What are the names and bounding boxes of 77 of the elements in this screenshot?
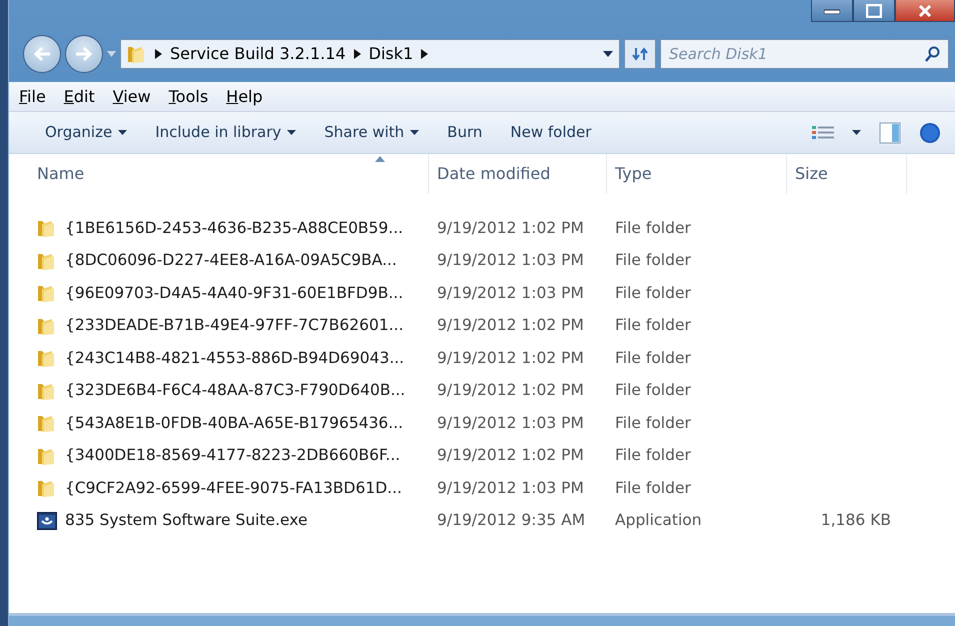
date-modified: 9/19/2012 1:02 PM — [436, 348, 585, 369]
chevron-icon[interactable] — [354, 49, 361, 59]
file-type: Application — [614, 510, 703, 532]
dropdown-icon[interactable] — [603, 51, 613, 57]
maximize-icon — [866, 4, 882, 18]
view-icon[interactable] — [812, 124, 834, 140]
file-type: File folder — [614, 412, 692, 434]
breadcrumb[interactable]: Service Build 3.2.1.14 — [170, 42, 346, 66]
search-icon[interactable] — [925, 46, 941, 62]
date-modified: 9/19/2012 9:35 AM — [436, 510, 586, 532]
menu-item[interactable]: Edit — [64, 84, 95, 108]
breadcrumb[interactable]: Disk1 — [368, 42, 414, 66]
menu-item[interactable]: View — [112, 84, 151, 108]
minimize-icon — [824, 8, 840, 14]
file-name[interactable]: {1BE6156D-2453-4636-B235-A88CE0B59... — [65, 216, 404, 240]
file-name[interactable]: {8DC06096-D227-4EE8-A16A-09A5C9BA... — [65, 249, 397, 272]
application-icon — [37, 510, 57, 531]
close-button[interactable] — [895, 0, 955, 22]
file-type: File folder — [614, 380, 692, 402]
file-type: File folder — [614, 348, 692, 369]
file-name[interactable]: {3400DE18-8569-4177-8223-2DB660B6F... — [65, 444, 400, 468]
folder-icon — [37, 413, 57, 434]
file-name[interactable]: {C9CF2A92-6599-4FEE-9075-FA13BD61D... — [65, 476, 402, 500]
date-modified: 9/19/2012 1:02 PM — [436, 445, 585, 466]
refresh-button[interactable] — [624, 39, 656, 69]
file-name[interactable]: {96E09703-D4A5-4A40-9F31-60E1BFD9B... — [65, 282, 404, 305]
maximize-button[interactable] — [853, 0, 895, 22]
chevron-icon[interactable] — [155, 49, 162, 59]
folder-icon — [37, 478, 57, 498]
file-type: File folder — [614, 218, 692, 239]
file-type: File folder — [614, 445, 692, 466]
file-size: 1,186 KB — [820, 510, 892, 532]
date-modified: 9/19/2012 1:03 PM — [436, 282, 585, 304]
menu-item[interactable]: Tools — [168, 84, 208, 108]
file-name[interactable]: {543A8E1B-0FDB-40BA-A65E-B17965436... — [65, 412, 404, 435]
file-name[interactable]: {233DEADE-B71B-49E4-97FF-7C7B62601... — [65, 314, 404, 338]
date-modified: 9/19/2012 1:03 PM — [436, 478, 585, 499]
back-arrow-icon — [33, 46, 51, 62]
minimize-button[interactable] — [811, 0, 853, 22]
search-field[interactable]: Search Disk1 — [660, 39, 949, 69]
date-modified: 9/19/2012 1:03 PM — [436, 412, 585, 434]
folder-icon — [127, 44, 147, 64]
column-header[interactable]: Size — [787, 154, 907, 194]
menu-item[interactable]: Help — [226, 84, 263, 108]
file-type: File folder — [614, 250, 692, 272]
refresh-icon — [631, 47, 649, 61]
chevron-icon[interactable] — [421, 49, 428, 59]
toolbar-button[interactable]: Burn — [437, 117, 492, 148]
file-name[interactable]: {243C14B8-4821-4553-886D-B94D69043... — [65, 346, 404, 370]
date-modified: 9/19/2012 1:03 PM — [436, 250, 585, 272]
file-type: File folder — [614, 478, 692, 499]
help-icon[interactable] — [919, 122, 941, 144]
address-bar[interactable]: Service Build 3.2.1.14 Disk1 — [120, 39, 620, 69]
date-modified: 9/19/2012 1:02 PM — [436, 315, 585, 336]
preview-pane-icon[interactable] — [879, 122, 901, 144]
toolbar-button[interactable]: Include in library — [145, 117, 306, 148]
close-icon — [918, 4, 932, 18]
date-modified: 9/19/2012 1:02 PM — [436, 218, 585, 239]
file-name[interactable]: 835 System Software Suite.exe — [65, 509, 308, 532]
toolbar-button[interactable]: Share with — [314, 117, 430, 148]
sort-arrow-icon — [375, 156, 385, 162]
date-modified: 9/19/2012 1:02 PM — [436, 380, 585, 402]
file-type: File folder — [614, 315, 692, 336]
toolbar-button[interactable]: Organize — [35, 117, 138, 148]
back-button[interactable] — [23, 35, 61, 73]
folder-icon — [37, 283, 57, 304]
toolbar-button[interactable]: New folder — [500, 117, 602, 148]
forward-button[interactable] — [65, 35, 103, 73]
forward-arrow-icon — [75, 46, 93, 62]
column-header[interactable]: Type — [607, 154, 787, 194]
menu-item[interactable]: File — [19, 84, 46, 108]
file-type: File folder — [614, 282, 692, 304]
file-name[interactable]: {323DE6B4-F6C4-48AA-87C3-F790D640B... — [65, 379, 406, 402]
folder-icon — [37, 218, 57, 238]
caret-icon[interactable] — [852, 130, 861, 135]
column-header[interactable]: Date modified — [429, 154, 607, 194]
folder-icon — [37, 348, 57, 368]
